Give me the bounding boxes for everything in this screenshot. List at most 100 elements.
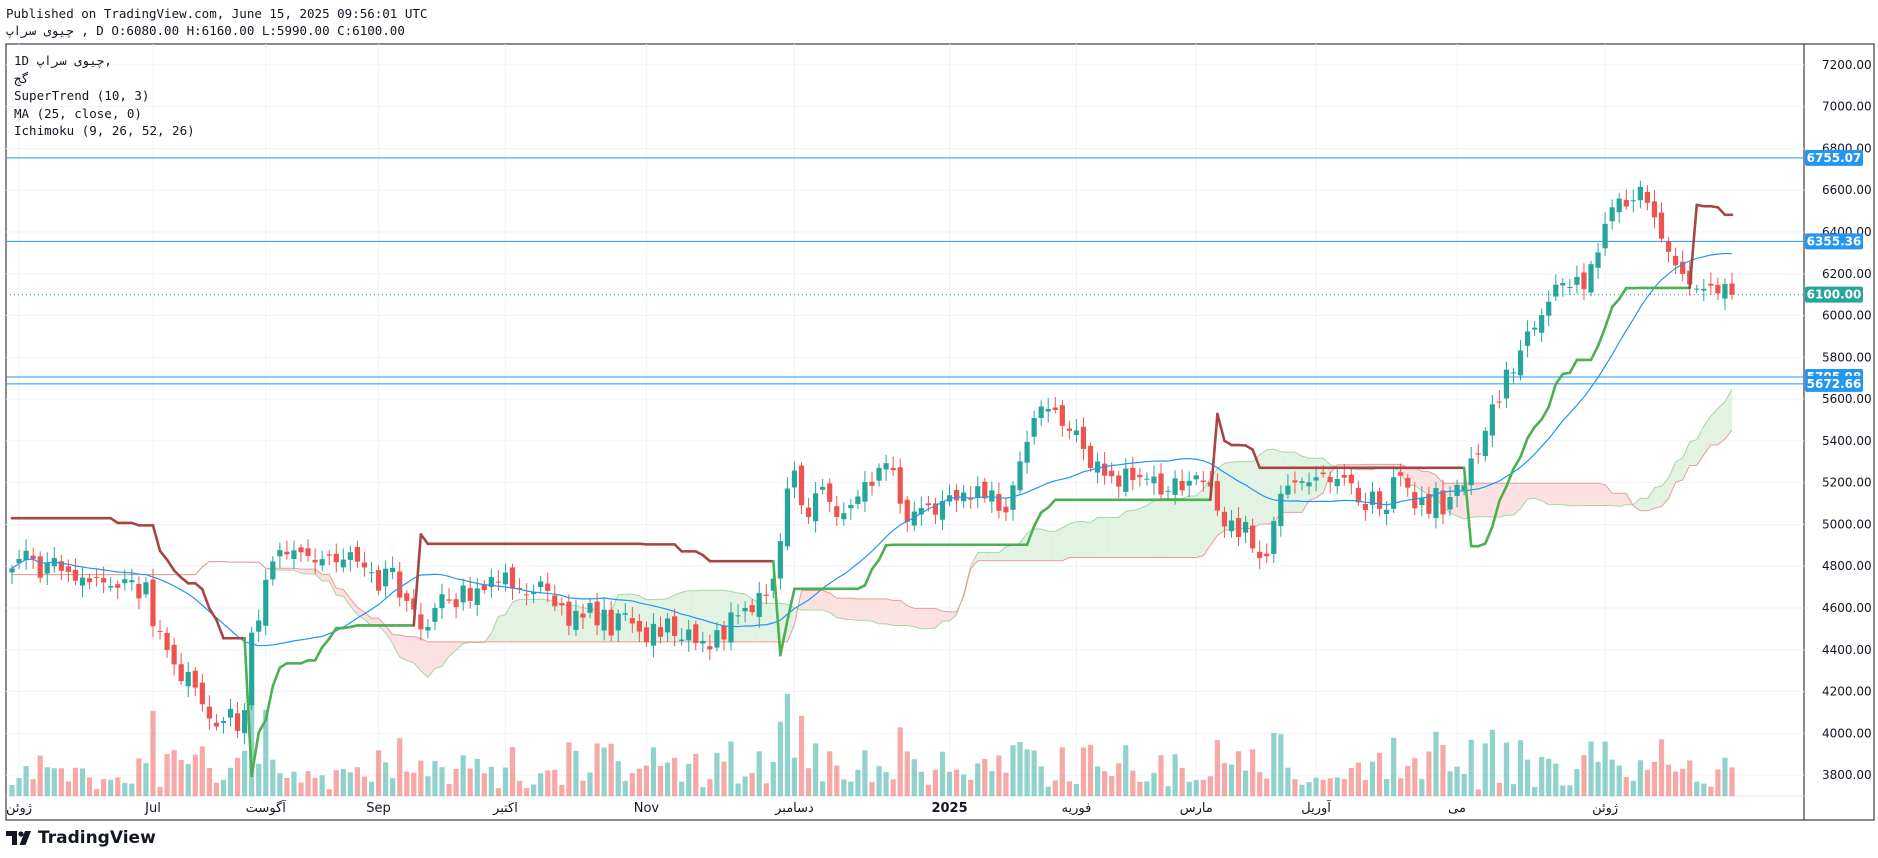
cloud-segment xyxy=(1069,521,1077,558)
legend-supertrend[interactable]: SuperTrend (10, 3) xyxy=(14,87,195,105)
cloud-segment xyxy=(322,574,330,582)
volume-bar xyxy=(869,782,875,796)
candle-body xyxy=(65,566,71,572)
volume-bar xyxy=(1031,750,1037,796)
price-label-text: 6755.07 xyxy=(1807,151,1862,165)
cloud-segment xyxy=(857,598,865,621)
candle-body xyxy=(798,465,805,506)
volume-bar xyxy=(855,769,861,796)
legend-symbol[interactable]: 1D چیوی سراپ, xyxy=(14,52,195,70)
volume-bar xyxy=(664,762,671,796)
volume-bar xyxy=(1412,758,1418,796)
candle-body xyxy=(213,722,220,727)
cloud-segment xyxy=(1583,483,1592,506)
volume-bar xyxy=(1468,739,1474,796)
time-tick-label: دسامبر xyxy=(774,801,814,816)
volume-bar xyxy=(573,750,579,796)
time-tick-label: آوریل xyxy=(1301,799,1332,816)
volume-bar xyxy=(1137,781,1143,796)
volume-bar xyxy=(122,782,128,796)
volume-bar xyxy=(178,760,184,796)
volume-bar xyxy=(44,767,50,796)
legend-ichimoku[interactable]: Ichimoku (9, 26, 52, 26) xyxy=(14,122,195,140)
volume-bar xyxy=(538,773,544,796)
candle-body xyxy=(1440,490,1446,515)
volume-bar xyxy=(1694,781,1700,796)
candle-body xyxy=(1398,472,1404,476)
volume-bar xyxy=(777,721,783,796)
cloud-segment xyxy=(1104,517,1112,558)
volume-bar xyxy=(1024,749,1030,796)
volume-bar xyxy=(115,777,121,796)
volume-bar xyxy=(615,761,621,796)
candle-body xyxy=(545,583,551,591)
cloud-segment xyxy=(872,598,880,624)
price-tick-label: 3800.00 xyxy=(1822,768,1872,782)
volume-bar xyxy=(1581,755,1587,796)
candle-body xyxy=(989,490,995,502)
tradingview-logo[interactable]: TradingView xyxy=(6,828,156,848)
volume-bar xyxy=(220,779,227,796)
candle-body xyxy=(9,568,15,573)
volume-bar xyxy=(397,738,403,796)
cloud-segment xyxy=(1576,483,1584,506)
volume-bar xyxy=(58,768,64,796)
cloud-segment xyxy=(582,607,591,642)
volume-bar xyxy=(968,779,974,796)
time-tick-label: ژوئن xyxy=(1592,801,1618,816)
volume-bar xyxy=(390,778,396,796)
volume-bar xyxy=(516,780,523,796)
candle-body xyxy=(1475,453,1481,455)
candle-body xyxy=(1320,472,1326,475)
volume-bar xyxy=(1362,780,1369,796)
candle-body xyxy=(1665,241,1672,252)
volume-bar xyxy=(1609,759,1615,796)
candle-body xyxy=(756,592,762,617)
candle-body xyxy=(869,481,875,486)
candle-body xyxy=(1609,207,1615,222)
candle-body xyxy=(347,552,353,560)
price-label-text: 6355.36 xyxy=(1807,234,1862,248)
candle-body xyxy=(446,599,452,601)
cloud-segment xyxy=(1055,527,1063,561)
volume-bar xyxy=(1235,751,1242,796)
candle-body xyxy=(1468,458,1474,486)
volume-bar xyxy=(1257,772,1263,796)
volume-bar xyxy=(735,783,741,796)
candle-body xyxy=(185,671,191,687)
candle-body xyxy=(897,467,903,504)
candle-body xyxy=(1116,475,1122,487)
volume-bar xyxy=(1440,744,1446,796)
candle-body xyxy=(1616,198,1622,213)
candle-body xyxy=(791,470,798,488)
candle-body xyxy=(227,708,234,718)
volume-bar xyxy=(1475,789,1481,796)
volume-bar xyxy=(1461,773,1467,796)
candle-body xyxy=(1708,283,1714,286)
volume-bar xyxy=(65,781,71,796)
candle-body xyxy=(1123,468,1129,492)
volume-bar xyxy=(721,761,727,796)
volume-bar xyxy=(1066,781,1072,796)
volume-bar xyxy=(79,768,86,796)
volume-bar xyxy=(1391,737,1397,796)
price-tick-label: 4000.00 xyxy=(1822,726,1872,740)
cloud-segment xyxy=(1118,511,1126,558)
candle-body xyxy=(1306,482,1312,487)
volume-bar xyxy=(1701,783,1707,796)
brand-name: TradingView xyxy=(38,828,156,848)
time-tick-label: آگوست xyxy=(246,799,288,816)
volume-bar xyxy=(1503,742,1510,796)
cloud-segment xyxy=(702,590,710,642)
cloud-segment xyxy=(512,599,520,642)
volume-bar xyxy=(502,767,509,796)
volume-bar xyxy=(1045,786,1051,796)
candle-body xyxy=(1553,284,1559,297)
cloud-segment xyxy=(1555,483,1563,505)
volume-bar xyxy=(256,763,262,796)
candle-body xyxy=(312,559,318,563)
legend-ma[interactable]: MA (25, close, 0) xyxy=(14,105,195,123)
volume-bar xyxy=(1715,769,1721,796)
price-chart[interactable]: 3800.00 4000.00 4200.00 4400.00 4600.00 4800.… xyxy=(0,0,1878,858)
price-tick-label: 7000.00 xyxy=(1822,100,1872,114)
